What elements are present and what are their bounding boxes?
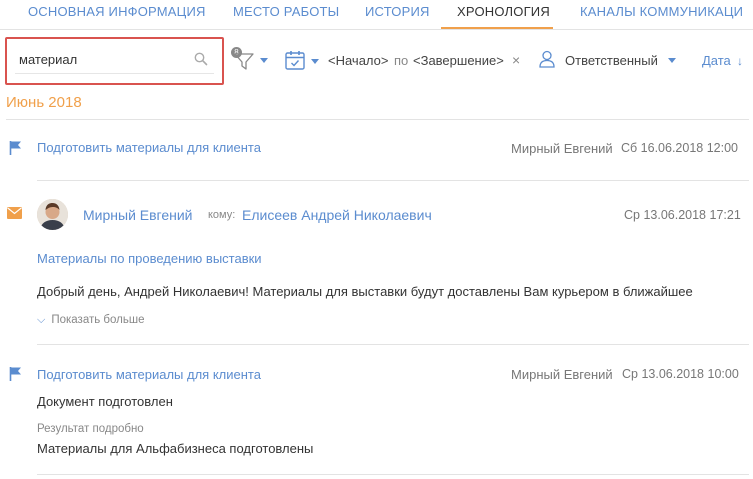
period-end[interactable]: <Завершение> [413,53,504,68]
task-date: Сб 16.06.2018 12:00 [621,141,738,155]
result-value: Материалы для Альфабизнеса подготовлены [37,441,314,456]
month-heading: Июнь 2018 [6,94,82,111]
task-title[interactable]: Подготовить материалы для клиента [37,140,261,155]
email-subject[interactable]: Материалы по проведению выставки [37,251,262,266]
search-highlight-frame: материал [5,37,224,85]
divider [37,474,749,475]
filter-button[interactable]: 8 [231,47,269,73]
search-input[interactable]: материал [19,52,77,67]
email-date: Ср 13.06.2018 17:21 [624,208,741,222]
email-recipient[interactable]: Елисеев Андрей Николаевич [242,207,432,223]
chevron-down-icon: ⌵ [37,314,46,326]
email-body: Добрый день, Андрей Николаевич! Материал… [37,284,693,299]
tab-communication-channels[interactable]: КАНАЛЫ КОММУНИКАЦИ [580,4,743,19]
calendar-icon [285,51,305,70]
tab-bar: ОСНОВНАЯ ИНФОРМАЦИЯ МЕСТО РАБОТЫ ИСТОРИЯ… [0,0,753,30]
flag-icon [9,141,21,155]
search-icon[interactable] [194,52,208,66]
email-sender[interactable]: Мирный Евгений [83,207,193,223]
tab-timeline[interactable]: ХРОНОЛОГИЯ [457,4,550,19]
divider [37,344,749,345]
chevron-down-icon [311,59,319,64]
owner-filter[interactable]: Ответственный [565,53,658,68]
period-button[interactable] [284,49,322,73]
task-date: Ср 13.06.2018 10:00 [622,367,739,381]
funnel-icon [234,53,254,70]
period-start[interactable]: <Начало> [328,53,388,68]
show-more-button[interactable]: ⌵ Показать больше [37,314,144,327]
task-title[interactable]: Подготовить материалы для клиента [37,367,261,382]
divider [37,180,749,181]
tab-workplace[interactable]: МЕСТО РАБОТЫ [233,4,339,19]
task-description: Документ подготовлен [37,394,173,409]
search-field[interactable]: материал [15,46,214,74]
avatar[interactable] [37,199,68,230]
task-owner: Мирный Евгений [511,367,613,382]
envelope-icon [7,207,22,219]
divider [6,119,749,120]
tab-history[interactable]: ИСТОРИЯ [365,4,430,19]
period-separator: по [394,53,409,68]
email-to-label: кому: [208,209,236,221]
tab-main-info[interactable]: ОСНОВНАЯ ИНФОРМАЦИЯ [28,4,206,19]
sort-arrow-icon[interactable]: ↓ [737,54,743,68]
result-label: Результат подробно [37,423,144,435]
chevron-down-icon [668,58,676,63]
clear-period-icon[interactable]: × [512,52,520,68]
chevron-down-icon [260,58,268,63]
active-tab-indicator [441,27,553,29]
flag-icon [9,367,21,381]
task-owner: Мирный Евгений [511,141,613,156]
user-icon[interactable] [539,50,555,68]
show-more-label: Показать больше [51,314,145,326]
sort-by-date[interactable]: Дата [702,53,731,68]
